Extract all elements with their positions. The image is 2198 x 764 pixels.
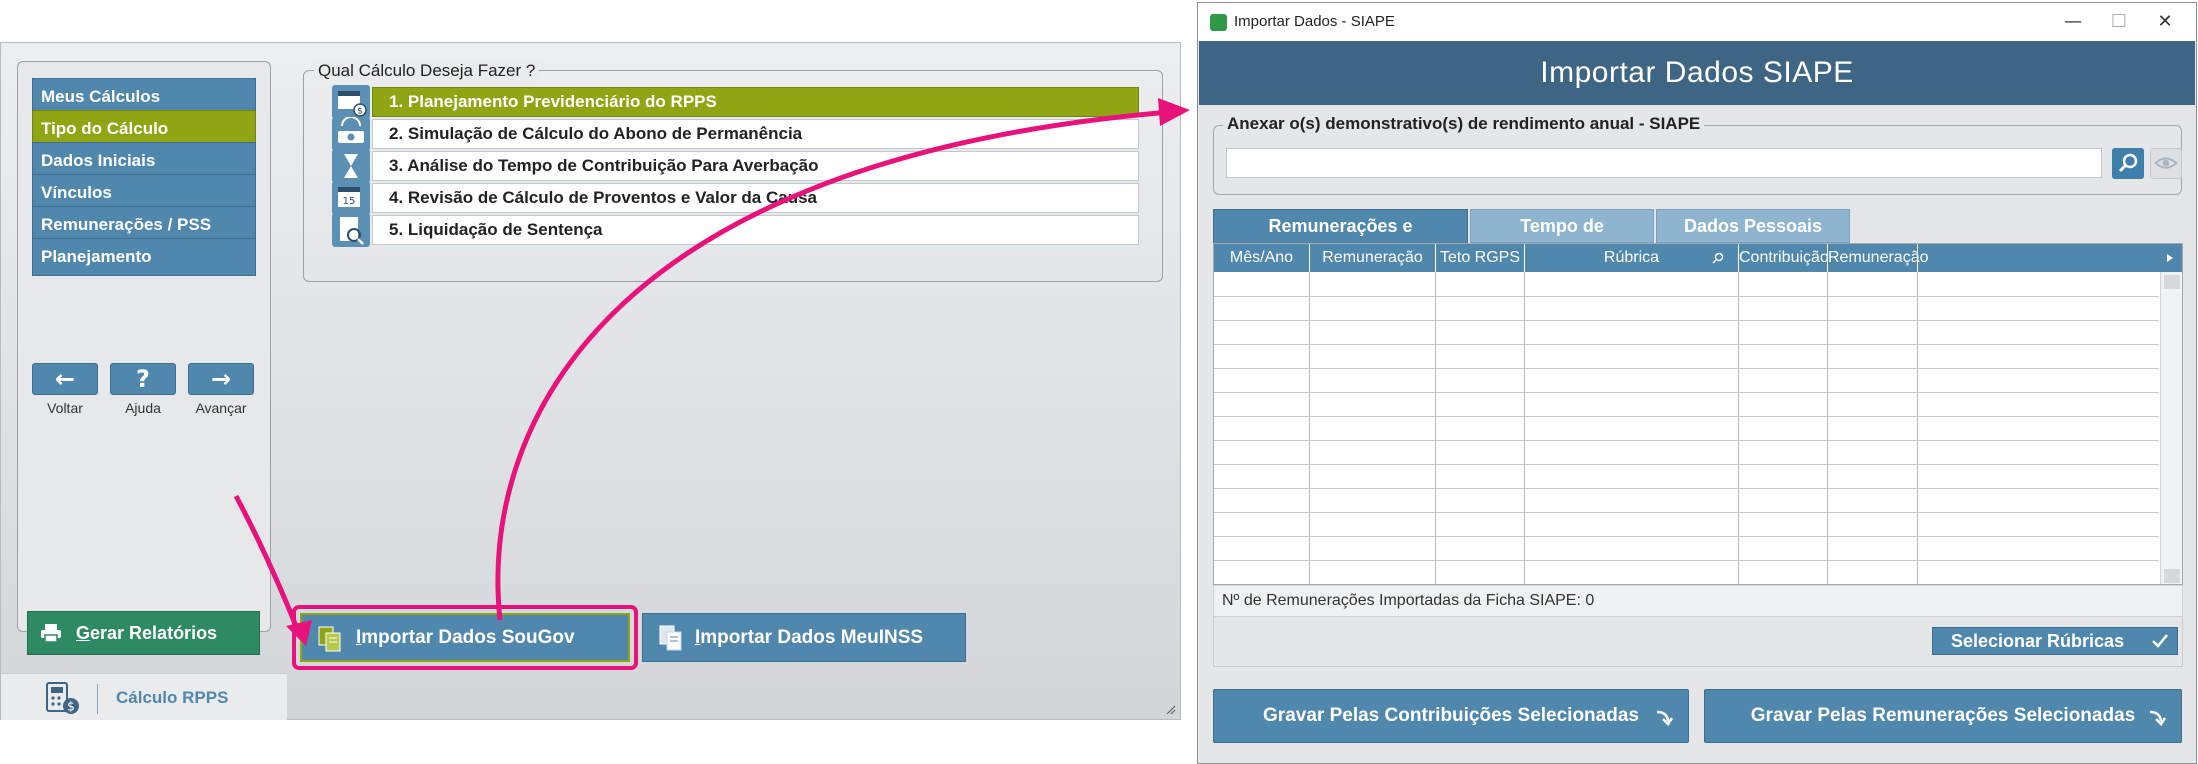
select-rubricas-button[interactable]: Selecionar Rúbricas [1932, 627, 2178, 655]
grid-column-line [1309, 272, 1310, 584]
curved-arrow-icon [1656, 710, 1674, 726]
grid-row-line [1214, 536, 2159, 537]
option-tempo-contribuicao[interactable]: 3. Análise do Tempo de Contribuição Para… [372, 151, 1139, 181]
grid-row-line [1214, 488, 2159, 489]
document-search-icon [332, 213, 370, 247]
import-siape-dialog: Importar Dados - SIAPE — ☐ ✕ Importar Da… [1197, 2, 2197, 764]
forward-label: Avançar [195, 400, 247, 416]
help-button[interactable]: ? [110, 363, 176, 395]
import-count-status: Nº de Remunerações Importadas da Ficha S… [1213, 585, 2183, 617]
column-chooser-icon[interactable] [2163, 250, 2177, 266]
column-remuneracao[interactable]: Remuneração [1828, 244, 1929, 272]
column-contribuicao[interactable]: Contribuição [1739, 244, 1829, 272]
maximize-button[interactable]: ☐ [2096, 9, 2142, 35]
svg-text:$: $ [357, 107, 363, 117]
import-sougov-label: mportar Dados SouGov [361, 627, 575, 648]
nav-planejamento[interactable]: Planejamento [32, 238, 256, 276]
import-sougov-button[interactable]: Importar Dados SouGov [300, 613, 630, 662]
svg-text:$: $ [67, 700, 75, 714]
title-bar[interactable]: Importar Dados - SIAPE — ☐ ✕ [1198, 3, 2196, 41]
resize-grip-icon[interactable] [1164, 703, 1176, 715]
grid-column-line [1917, 272, 1918, 584]
grid-column-line [1738, 272, 1739, 584]
save-contribuicoes-label: Gravar Pelas Contribuições Selecionadas [1263, 705, 1639, 726]
grid-row-line [1214, 440, 2159, 441]
select-rubricas-label: Selecionar Rúbricas [1951, 631, 2125, 651]
minimize-button[interactable]: — [2050, 9, 2096, 35]
grid-row-line [1214, 296, 2159, 297]
close-button[interactable]: ✕ [2142, 9, 2188, 35]
option-abono-permanencia[interactable]: 2. Simulação de Cálculo do Abono de Perm… [372, 119, 1139, 149]
navigation-panel: Meus Cálculos Tipo do Cálculo Dados Inic… [17, 61, 271, 632]
import-meuinss-button[interactable]: Importar Dados MeuINSS [642, 613, 966, 662]
generate-reports-accel: G [76, 623, 91, 643]
grid-row-line [1214, 368, 2159, 369]
option-liquidacao-sentenca[interactable]: 5. Liquidação de Sentença [372, 215, 1139, 245]
grid-row-line [1214, 512, 2159, 513]
option-revisao-proventos[interactable]: 4. Revisão de Cálculo de Proventos e Val… [372, 183, 1139, 213]
save-contribuicoes-button[interactable]: Gravar Pelas Contribuições Selecionadas [1213, 689, 1689, 743]
attach-group-title: Anexar o(s) demonstrativo(s) de rendimen… [1223, 114, 1705, 134]
forward-button[interactable]: → [188, 363, 254, 395]
calendar-money-icon: $ [332, 85, 370, 119]
documents-icon [318, 626, 341, 652]
window-title: Importar Dados - SIAPE [1234, 13, 1395, 30]
grid-column-line [1524, 272, 1525, 584]
footer-divider [97, 684, 98, 714]
tab-remuneracoes-contribuicoes[interactable]: Remunerações e Contribuições [1213, 209, 1468, 268]
grid-row-line [1214, 320, 2159, 321]
search-icon[interactable] [2112, 148, 2144, 179]
column-mes-ano[interactable]: Mês/Ano [1214, 244, 1310, 272]
save-remuneracoes-button[interactable]: Gravar Pelas Remunerações Selecionadas [1704, 689, 2182, 743]
filter-search-icon[interactable] [1711, 251, 1725, 265]
column-remuneracao-siape[interactable]: Remuneração SIAPE [1310, 244, 1436, 294]
save-remuneracoes-label: Gravar Pelas Remunerações Selecionadas [1750, 705, 2136, 726]
grid-column-line [1827, 272, 1828, 584]
app-footer: $ Cálculo RPPS [1, 673, 287, 720]
printer-icon [41, 624, 61, 643]
calculator-icon: $ [46, 682, 79, 714]
grid-header: Mês/Ano Remuneração SIAPE Teto RGPS Rúbr… [1214, 244, 2182, 294]
grid-row-line [1214, 392, 2159, 393]
svg-text:15: 15 [343, 196, 356, 207]
back-button[interactable]: ← [32, 363, 98, 395]
import-meuinss-label: mportar Dados MeuINSS [700, 627, 924, 648]
money-cycle-icon [332, 117, 370, 151]
grid-vertical-scrollbar[interactable] [2160, 272, 2182, 584]
scroll-down-button[interactable] [2164, 569, 2180, 583]
curved-arrow-icon [2149, 710, 2167, 726]
generate-reports-label: erar Relatórios [90, 623, 218, 643]
documents-icon [659, 625, 682, 651]
checkmark-icon [2152, 634, 2168, 648]
calculation-type-group: Qual Cálculo Deseja Fazer ? $ 1. Planeja… [303, 61, 1163, 282]
column-rubrica[interactable]: Rúbrica [1525, 244, 1739, 272]
back-label: Voltar [47, 400, 83, 416]
grid-row-line [1214, 344, 2159, 345]
calculation-type-title: Qual Cálculo Deseja Fazer ? [314, 61, 540, 81]
grid-row-line [1214, 560, 2159, 561]
grid-row-line [1214, 464, 2159, 465]
scroll-up-button[interactable] [2164, 275, 2180, 289]
help-label: Ajuda [125, 400, 161, 416]
grid-column-line [1435, 272, 1436, 584]
remuneracoes-grid[interactable]: Mês/Ano Remuneração SIAPE Teto RGPS Rúbr… [1213, 243, 2183, 585]
grid-row-line [1214, 416, 2159, 417]
option-planejamento-previdenciario[interactable]: 1. Planejamento Previdenciário do RPPS [372, 87, 1139, 117]
tab-dados-pessoais[interactable]: Dados Pessoais [1656, 209, 1850, 243]
generate-reports-button[interactable]: Gerar Relatórios [27, 611, 260, 655]
dialog-header-title: Importar Dados SIAPE [1540, 56, 1854, 89]
tab-tempo-contribuicao[interactable]: Tempo de Contribuição [1470, 209, 1654, 268]
dialog-header: Importar Dados SIAPE [1199, 41, 2195, 105]
column-teto-rgps[interactable]: Teto RGPS [1436, 244, 1525, 272]
eye-icon[interactable] [2150, 148, 2182, 179]
hourglass-icon [332, 149, 370, 183]
calendar-15-icon: 15 [332, 181, 370, 215]
app-name-label: Cálculo RPPS [116, 688, 229, 707]
app-icon [1210, 14, 1227, 31]
attach-file-input[interactable] [1226, 148, 2102, 178]
attach-group: Anexar o(s) demonstrativo(s) de rendimen… [1213, 114, 2182, 195]
